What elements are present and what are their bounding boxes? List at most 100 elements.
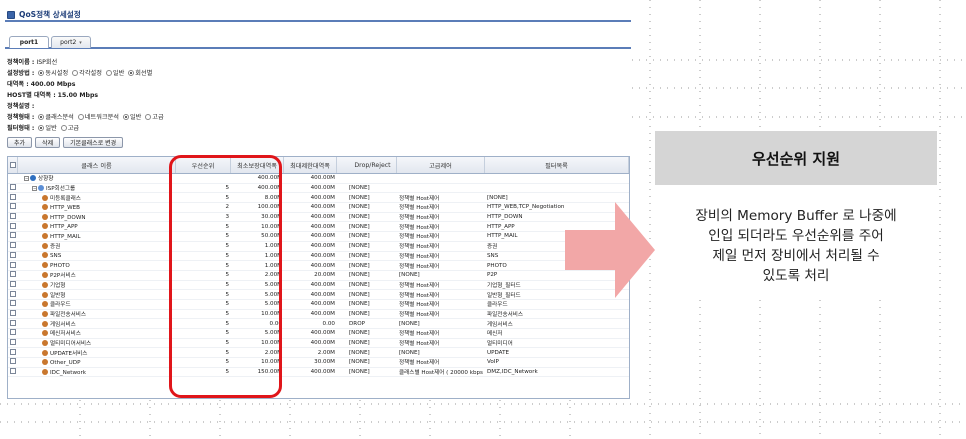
class-name-text: HTTP_DOWN — [50, 214, 86, 221]
row-checkbox[interactable] — [10, 222, 16, 229]
row-checkbox[interactable] — [10, 271, 16, 278]
row-max-bandwidth: 400.00M — [310, 262, 335, 269]
class-node-icon — [42, 340, 48, 347]
row-checkbox[interactable] — [10, 280, 16, 287]
row-checkbox[interactable] — [10, 213, 16, 220]
method-option-3: 일반 — [112, 70, 125, 77]
row-priority: 5 — [225, 310, 229, 317]
header-max-bandwidth[interactable]: 최대제한대역폭 — [284, 157, 337, 173]
table-row[interactable]: 기업형 5 5.00M 400.00M [NONE] 정책별 Host제어 기업형_필터드 — [8, 280, 629, 291]
tab-port1[interactable]: port1 — [9, 36, 49, 48]
table-row[interactable]: 증권 5 1.00M 400.00M [NONE] 정책별 Host제어 증권 — [8, 242, 629, 252]
method-radio-1[interactable] — [38, 70, 45, 76]
row-filter-list: 파일전송서비스 — [487, 311, 524, 318]
table-row[interactable]: 일반형 5 5.00M 400.00M [NONE] 정책별 Host제어 일반형_필터드 — [8, 290, 629, 300]
table-row[interactable]: 미등록클래스 5 8.00M 400.00M [NONE] 정책별 Host제어 [NONE… — [8, 193, 629, 204]
delete-button[interactable]: 삭제 — [35, 137, 61, 148]
row-class-name: UPDATE서비스 — [18, 349, 176, 357]
tab-dropdown-icon: ▾ — [79, 39, 82, 46]
table-row[interactable]: PHOTO 5 1.00M 400.00M [NONE] 정책별 Host제어 PHOTO — [8, 261, 629, 271]
row-checkbox-cell — [8, 280, 18, 289]
table-row[interactable]: HTTP_MAIL 5 50.00M 400.00M [NONE] 정책별 Host제어 H… — [8, 232, 629, 242]
table-row[interactable]: HTTP_WEB 2 100.00M 400.00M [NONE] 정책별 Host제어 H… — [8, 203, 629, 213]
header-drop-reject[interactable]: Drop/Reject — [337, 157, 397, 173]
type-radio-2[interactable] — [77, 114, 84, 120]
row-priority: 5 — [225, 185, 229, 192]
row-checkbox[interactable] — [10, 329, 16, 336]
filter-option-2: 고급 — [67, 125, 80, 132]
table-row[interactable]: 메신저서비스 5 5.00M 400.00M [NONE] 정책별 Host제어 메신저 — [8, 329, 629, 339]
row-advanced-control: 정책별 Host제어 — [399, 244, 440, 251]
row-drop-reject: [NONE] — [349, 349, 370, 356]
row-checkbox[interactable] — [10, 290, 16, 297]
filter-radio-2[interactable] — [60, 125, 67, 131]
table-row[interactable]: 파일전송서비스 5 10.00M 400.00M [NONE] 정책별 Host제어 파일전… — [8, 309, 629, 320]
method-radio-4[interactable] — [128, 70, 135, 76]
add-button[interactable]: 추가 — [7, 137, 33, 148]
filter-row: 필터형태 : 일반 고급 — [7, 123, 631, 134]
type-option-1: 클래스분석 — [45, 114, 74, 121]
row-checkbox[interactable] — [10, 309, 16, 316]
row-drop-reject: [NONE] — [349, 301, 370, 308]
type-radio-4[interactable] — [145, 114, 152, 120]
row-checkbox[interactable] — [10, 203, 16, 210]
type-radio-1[interactable] — [38, 114, 45, 120]
method-radio-3[interactable] — [105, 70, 112, 76]
header-checkbox[interactable] — [9, 162, 16, 168]
tab-port2[interactable]: port2 ▾ — [51, 36, 91, 48]
row-checkbox[interactable] — [10, 242, 16, 249]
table-row[interactable]: − 상향향 400.00M 400.00M — [8, 174, 629, 184]
table-row[interactable]: − ISP회선그룹 5 400.00M 400.00M [NONE] — [8, 184, 629, 194]
row-advanced-control: 정책별 Host제어 — [399, 311, 440, 318]
table-row[interactable]: Other_UDP 5 10.00M 30.00M [NONE] 정책별 Host제어 Vo… — [8, 358, 629, 368]
row-checkbox[interactable] — [10, 358, 16, 365]
table-row[interactable]: P2P서비스 5 2.00M 20.00M [NONE] [NONE] P2P — [8, 271, 629, 281]
tab-port1-label: port1 — [19, 39, 39, 46]
method-radio-2[interactable] — [72, 70, 79, 76]
row-checkbox[interactable] — [10, 300, 16, 307]
method-label: 설정방법 : — [7, 70, 35, 77]
header-class-name[interactable]: 클래스 이름 — [18, 157, 176, 173]
row-class-name: PHOTO — [18, 262, 176, 269]
description-row: 정책설명 : — [7, 101, 631, 112]
row-priority: 5 — [225, 369, 229, 376]
window-icon — [7, 10, 15, 19]
table-row[interactable]: 게임서비스 5 0.00 0.00 DROP [NONE] 게임서비스 — [8, 319, 629, 329]
table-row[interactable]: HTTP_DOWN 3 30.00M 400.00M [NONE] 정책별 Host제어 H… — [8, 213, 629, 223]
table-row[interactable]: 멀티미디어서비스 5 10.00M 400.00M [NONE] 정책별 Host제어 멀티… — [8, 339, 629, 349]
row-checkbox[interactable] — [10, 348, 16, 355]
method-option-4: 회선별 — [135, 70, 153, 77]
table-row[interactable]: SNS 5 1.00M 400.00M [NONE] 정책별 Host제어 SNS — [8, 251, 629, 262]
class-node-icon — [42, 358, 48, 365]
row-checkbox[interactable] — [10, 193, 16, 200]
change-default-class-button[interactable]: 기본클래스로 변경 — [63, 137, 124, 148]
filter-radio-1[interactable] — [38, 125, 45, 131]
type-radio-3[interactable] — [122, 114, 129, 120]
row-max-bandwidth: 400.00M — [310, 204, 335, 211]
row-advanced-control: 정책별 Host제어 — [399, 263, 440, 270]
row-checkbox[interactable] — [10, 232, 16, 239]
row-drop-reject: [NONE] — [349, 214, 370, 221]
header-filter-list[interactable]: 필터목록 — [485, 157, 629, 173]
header-min-bandwidth[interactable]: 최소보장대역폭 — [231, 157, 284, 173]
row-class-name: 메신저서비스 — [18, 329, 176, 337]
row-checkbox-cell — [8, 271, 18, 279]
table-row[interactable]: 클라우드 5 5.00M 400.00M [NONE] 정책별 Host제어 클라우드 — [8, 300, 629, 310]
header-priority[interactable]: 우선순위 — [176, 157, 231, 173]
row-checkbox[interactable] — [10, 251, 16, 258]
table-row[interactable]: UPDATE서비스 5 2.00M 2.00M [NONE] [NONE] UPDATE — [8, 348, 629, 359]
header-advanced-control[interactable]: 고급제어 — [397, 157, 485, 173]
table-row[interactable]: IDC_Network 5 150.00M 400.00M [NONE] 클래스별 Hos… — [8, 368, 629, 378]
row-checkbox-cell — [8, 329, 18, 337]
row-checkbox[interactable] — [10, 368, 16, 375]
tree-collapse-icon[interactable]: − — [32, 186, 37, 192]
tree-collapse-icon[interactable]: − — [24, 176, 29, 182]
row-checkbox[interactable] — [10, 339, 16, 346]
grid-body: − 상향향 400.00M 400.00M − ISP회선그룹 5 400.00M 400.00… — [8, 174, 629, 378]
row-checkbox[interactable] — [10, 184, 16, 191]
row-checkbox-cell — [8, 251, 18, 260]
table-row[interactable]: HTTP_APP 5 10.00M 400.00M [NONE] 정책별 Host제어 HT… — [8, 222, 629, 233]
row-checkbox[interactable] — [10, 261, 16, 268]
row-checkbox[interactable] — [10, 319, 16, 326]
row-checkbox-cell — [8, 261, 18, 270]
